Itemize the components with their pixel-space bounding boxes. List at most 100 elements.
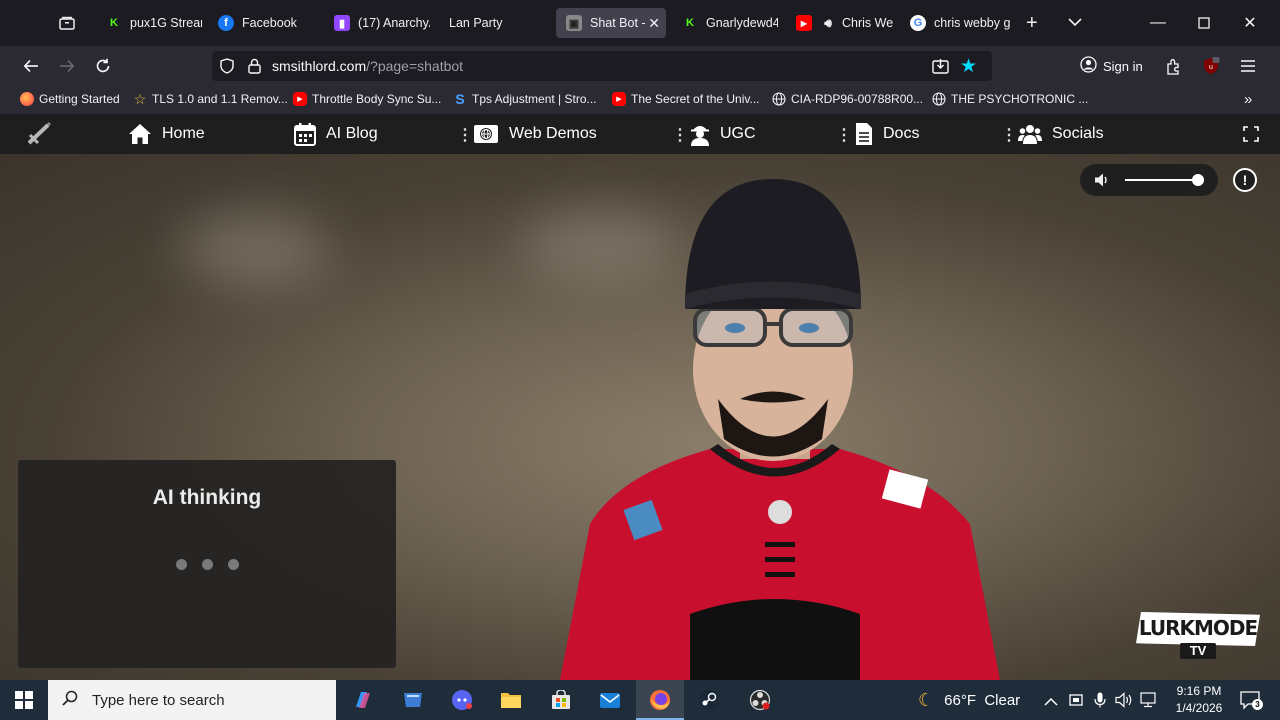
nav-socials[interactable]: Socials	[1018, 114, 1104, 154]
windows-start-icon[interactable]	[12, 688, 36, 712]
svg-text:u: u	[1209, 64, 1213, 71]
firefox-icon[interactable]	[648, 688, 672, 712]
kebab-menu-icon[interactable]: ⋮	[672, 125, 688, 145]
ublock-icon[interactable]: u	[1199, 54, 1223, 78]
globe-icon	[932, 92, 946, 106]
meet-now-icon[interactable]	[1069, 693, 1083, 712]
more-bookmarks-icon[interactable]: »	[1244, 91, 1252, 108]
tab-list-icon[interactable]	[56, 12, 78, 34]
nav-docs-label: Docs	[883, 125, 920, 142]
url-text: smsithlord.com/?page=shatbot	[272, 58, 463, 74]
close-tab-icon[interactable]: ✕	[648, 15, 660, 32]
weather-text[interactable]: 66°F Clear	[944, 692, 1020, 709]
taskbar-clock[interactable]: 9:16 PM 1/4/2026	[1160, 683, 1238, 717]
forward-icon[interactable]	[55, 54, 79, 78]
kebab-menu-icon[interactable]: ⋮	[836, 125, 852, 145]
reload-icon[interactable]	[91, 54, 115, 78]
nav-ai-blog-label: AI Blog	[326, 125, 378, 142]
save-page-icon[interactable]	[932, 58, 949, 79]
bookmark-label: THE PSYCHOTRONIC ...	[951, 92, 1089, 106]
tab-google-search[interactable]: G chris webby g	[900, 8, 1012, 38]
lurkmode-tv-logo: LURKMODE TV	[1136, 612, 1260, 662]
chevron-down-icon[interactable]	[1068, 14, 1082, 32]
bookmark-secret-universe[interactable]: ▶ The Secret of the Univ...	[612, 92, 760, 106]
nav-web-demos-label: Web Demos	[509, 125, 597, 142]
firefox-icon	[20, 92, 34, 106]
bookmark-cia-rdp[interactable]: CIA-RDP96-00788R00...	[772, 92, 923, 106]
loading-dot	[202, 559, 213, 570]
nav-socials-label: Socials	[1052, 125, 1104, 142]
tab-chris-webby[interactable]: ▶ 🔊︎ Chris We	[786, 8, 896, 38]
bookmark-label: CIA-RDP96-00788R00...	[791, 92, 924, 106]
tab-pux1g-stream[interactable]: K pux1G Stream	[96, 8, 202, 38]
avatar-stage[interactable]: ! AI thinking LURKMODE TV	[0, 154, 1280, 680]
tab-lan-party[interactable]: Lan Party	[439, 8, 545, 38]
extensions-icon[interactable]	[1161, 54, 1185, 78]
copilot-icon[interactable]	[351, 688, 375, 712]
lock-icon[interactable]	[248, 58, 261, 79]
shatbot-icon: ▣	[566, 15, 582, 31]
kebab-menu-icon[interactable]: ⋮	[457, 125, 473, 145]
bookmark-star-icon[interactable]: ★	[960, 55, 977, 78]
file-explorer-icon[interactable]	[499, 688, 523, 712]
shield-icon[interactable]	[220, 58, 234, 79]
tab-shat-bot[interactable]: ▣ Shat Bot - ✕	[556, 8, 666, 38]
bookmark-psychotronic[interactable]: THE PSYCHOTRONIC ...	[932, 92, 1088, 106]
address-bar[interactable]: smsithlord.com/?page=shatbot ★	[212, 51, 992, 81]
tab-facebook[interactable]: f Facebook	[208, 8, 314, 38]
speaker-icon[interactable]	[1094, 172, 1110, 193]
nav-docs[interactable]: Docs	[855, 114, 919, 154]
bookmark-throttle-body[interactable]: ▶ Throttle Body Sync Su...	[293, 92, 441, 106]
system-tray: ☾ 66°F Clear	[918, 680, 1020, 720]
volume-slider-track[interactable]	[1125, 174, 1204, 186]
obs-recording-icon[interactable]	[748, 688, 772, 712]
nav-home[interactable]: Home	[128, 114, 205, 154]
volume-slider-thumb[interactable]	[1191, 174, 1204, 186]
bookmark-getting-started[interactable]: Getting Started	[20, 92, 120, 106]
tab-label: Chris We	[842, 16, 894, 30]
discord-icon[interactable]	[450, 688, 474, 712]
tab-label: (17) AnarchyA	[358, 16, 430, 30]
back-icon[interactable]	[19, 54, 43, 78]
tab-anarchy[interactable]: ▮ (17) AnarchyA	[324, 8, 430, 38]
microsoft-store-icon[interactable]	[549, 688, 573, 712]
microphone-icon[interactable]	[1094, 692, 1106, 713]
sign-in-button[interactable]: Sign in	[1080, 52, 1143, 80]
notification-center-icon[interactable]: 3	[1240, 690, 1263, 715]
mail-icon[interactable]	[598, 688, 622, 712]
site-logo-icon[interactable]	[26, 121, 52, 151]
bookmark-tps-adjustment[interactable]: S Tps Adjustment | Stro...	[453, 91, 596, 107]
youtube-icon: ▶	[796, 15, 812, 31]
clock-date: 1/4/2026	[1175, 701, 1223, 715]
bookmark-tls[interactable]: ☆ TLS 1.0 and 1.1 Remov...	[133, 91, 288, 107]
nav-web-demos[interactable]: Web Demos	[473, 114, 597, 154]
bookmark-label: Getting Started	[39, 92, 120, 106]
loading-dot	[228, 559, 239, 570]
facebook-icon: f	[218, 15, 234, 31]
kebab-menu-icon[interactable]: ⋮	[1001, 125, 1017, 145]
chevron-up-icon[interactable]	[1044, 694, 1058, 712]
fullscreen-icon[interactable]	[1243, 126, 1259, 147]
volume-control[interactable]	[1080, 164, 1218, 196]
menu-icon[interactable]	[1236, 54, 1260, 78]
globe-screen-icon	[474, 125, 498, 143]
logo-subtext: TV	[1189, 643, 1207, 658]
terminal-app-icon[interactable]	[401, 688, 425, 712]
nav-ai-blog[interactable]: AI Blog	[294, 114, 378, 154]
minimize-icon[interactable]: —	[1144, 10, 1172, 36]
tab-gnarlydewd[interactable]: K Gnarlydewd4	[672, 8, 778, 38]
account-icon	[1080, 56, 1097, 76]
taskbar-search-box[interactable]: Type here to search	[48, 680, 336, 720]
url-domain: smsithlord.com	[272, 58, 367, 74]
info-alert-icon[interactable]: !	[1233, 168, 1257, 192]
steam-icon[interactable]	[697, 688, 721, 712]
new-tab-icon[interactable]: +	[1026, 12, 1038, 35]
close-window-icon[interactable]: ✕	[1236, 10, 1264, 36]
speaker-icon[interactable]: 🔊︎	[820, 15, 836, 31]
search-icon	[62, 690, 78, 710]
volume-icon[interactable]	[1115, 692, 1133, 713]
ai-status-title: AI thinking	[152, 486, 262, 509]
maximize-icon[interactable]	[1190, 10, 1218, 36]
nav-ugc[interactable]: UGC	[690, 114, 756, 154]
network-icon[interactable]	[1140, 692, 1156, 713]
